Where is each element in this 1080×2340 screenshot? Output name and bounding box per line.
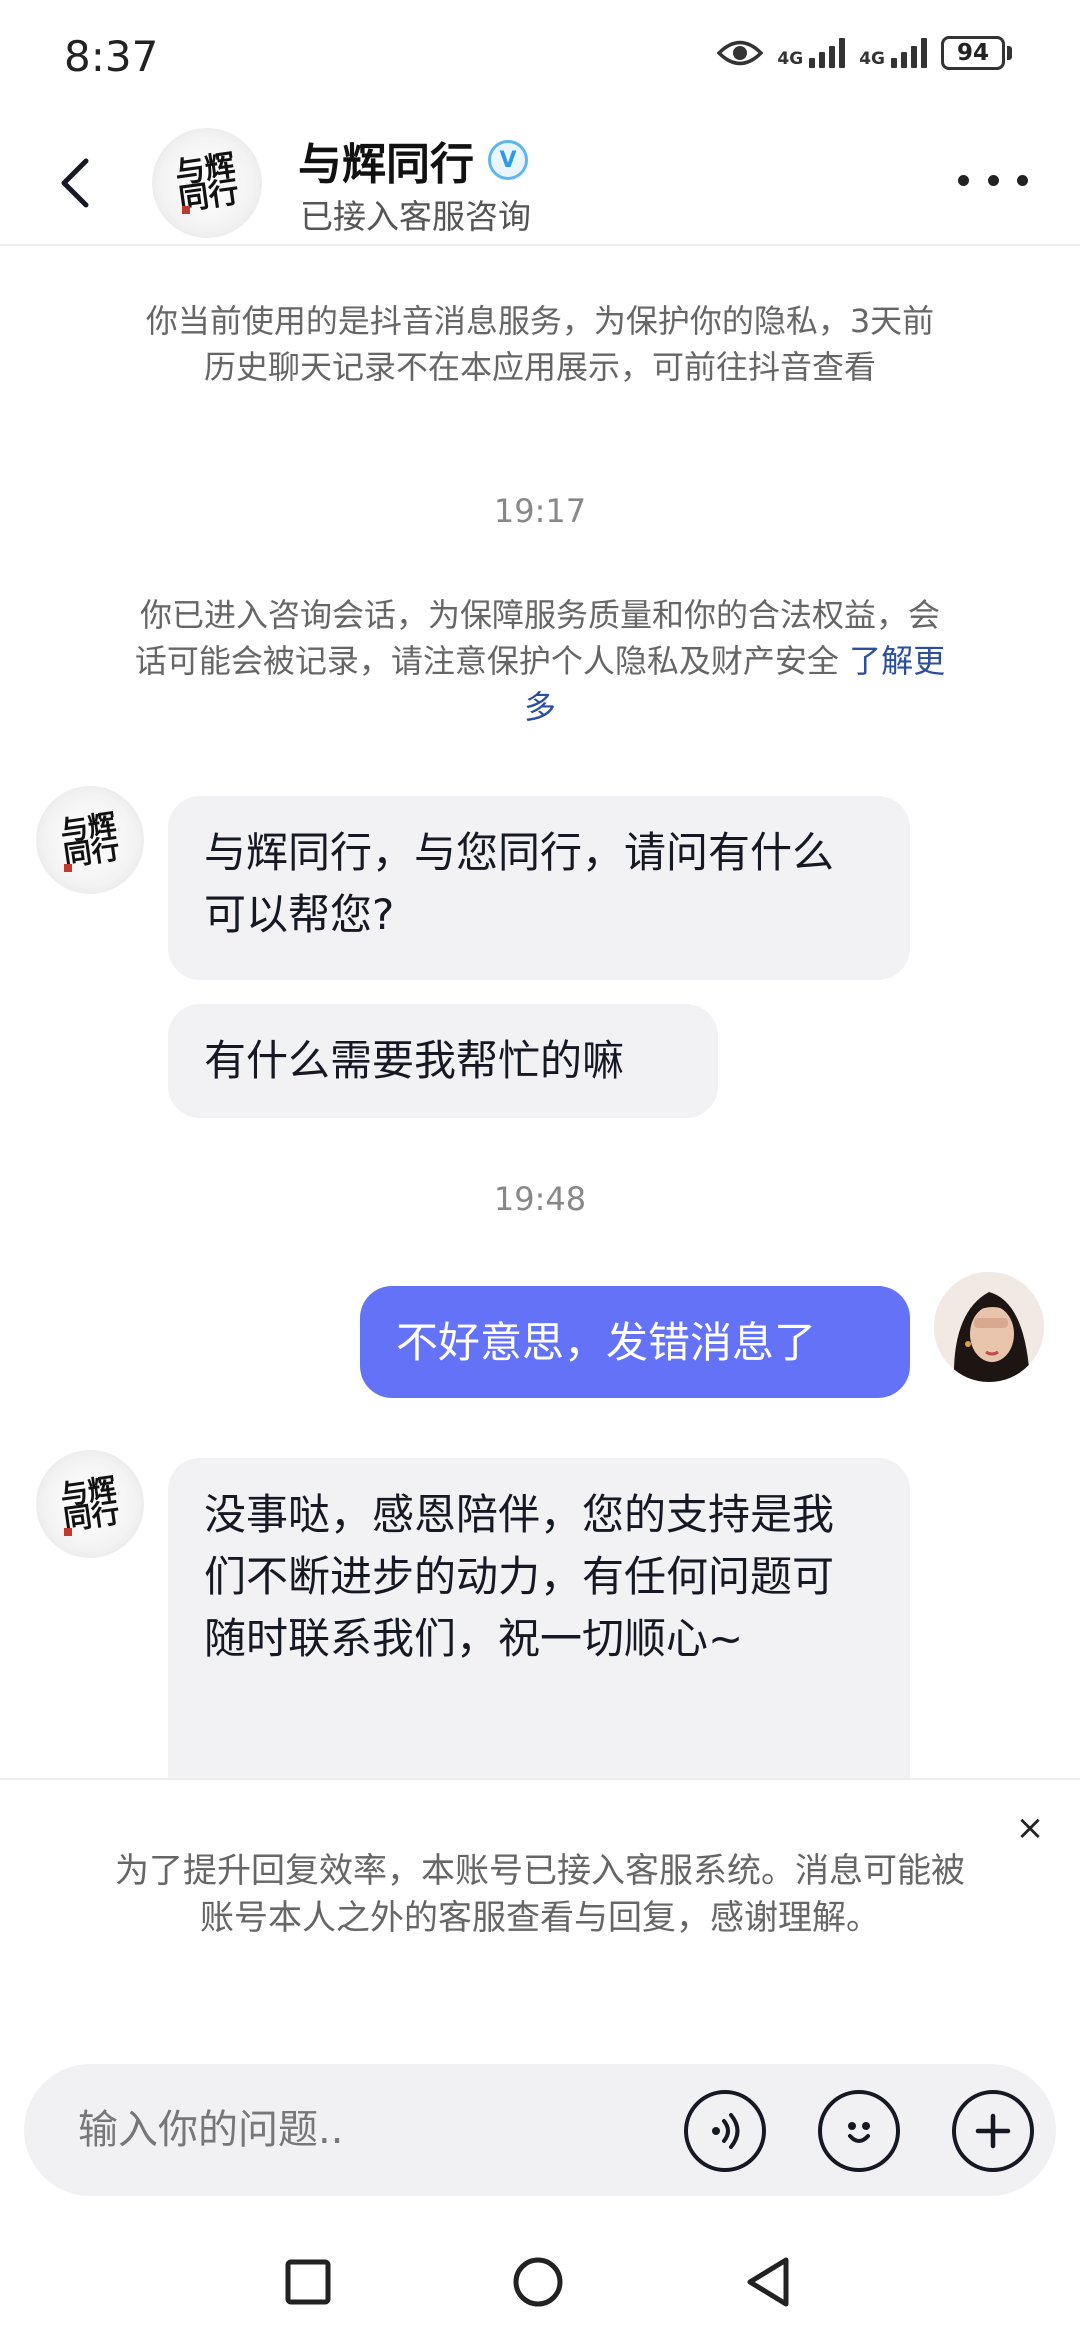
agent-avatar[interactable]: 与辉同行 bbox=[36, 786, 144, 894]
chevron-left-icon bbox=[61, 158, 89, 208]
privacy-notice: 你当前使用的是抖音消息服务，为保护你的隐私，3天前历史聊天记录不在本应用展示，可… bbox=[145, 302, 935, 386]
account-status: 已接入客服咨询 bbox=[300, 197, 531, 236]
close-notice-button[interactable]: × bbox=[1010, 1808, 1050, 1848]
emoji-icon bbox=[848, 2122, 870, 2143]
message-input[interactable] bbox=[78, 2094, 678, 2166]
status-icons: 4G 4G 94 bbox=[717, 36, 1012, 70]
circle-icon bbox=[513, 2257, 563, 2307]
account-avatar[interactable]: 与辉同行 bbox=[152, 128, 262, 238]
user-avatar[interactable] bbox=[934, 1272, 1044, 1382]
agent-message-bubble[interactable]: 没事哒，感恩陪伴，您的支持是我们不断进步的动力，有任何问题可随时联系我们，祝一切… bbox=[168, 1458, 910, 1778]
verified-badge-icon: V bbox=[488, 140, 528, 180]
timestamp: 19:17 bbox=[493, 492, 587, 530]
agent-avatar[interactable]: 与辉同行 bbox=[36, 1450, 144, 1558]
back-nav-button[interactable] bbox=[738, 2252, 798, 2312]
close-icon: × bbox=[1015, 1808, 1045, 1848]
system-nav-bar bbox=[0, 2210, 1080, 2340]
eye-icon bbox=[717, 40, 764, 66]
voice-icon bbox=[712, 2113, 740, 2149]
triangle-back-icon bbox=[747, 2257, 789, 2307]
timestamp: 19:48 bbox=[493, 1180, 587, 1218]
user-message-bubble[interactable]: 不好意思，发错消息了 bbox=[360, 1286, 910, 1398]
signal-bars-icon bbox=[809, 38, 846, 68]
network-type-label: 4G bbox=[859, 49, 885, 69]
square-icon bbox=[285, 2259, 331, 2305]
signal-bars-icon bbox=[891, 38, 927, 68]
plus-icon bbox=[975, 2113, 1011, 2149]
agent-message-bubble[interactable]: 有什么需要我帮忙的嘛 bbox=[168, 1004, 718, 1118]
account-name[interactable]: 与辉同行 V bbox=[298, 128, 528, 192]
agent-message-bubble[interactable]: 与辉同行，与您同行，请问有什么可以帮您? bbox=[168, 796, 910, 980]
chat-header: 与辉同行 与辉同行 V 已接入客服咨询 bbox=[0, 120, 1080, 246]
avatar-calligraphy: 与辉同行 bbox=[172, 148, 242, 218]
avatar-calligraphy: 与辉同行 bbox=[58, 807, 122, 873]
account-name-text: 与辉同行 bbox=[298, 139, 474, 190]
message-input-bar bbox=[24, 2064, 1056, 2196]
signal-strength-1: 4G bbox=[777, 38, 846, 69]
status-time: 8:37 bbox=[64, 32, 159, 81]
voice-button[interactable] bbox=[684, 2090, 766, 2172]
battery-icon: 94 bbox=[941, 36, 1012, 70]
add-button[interactable] bbox=[952, 2090, 1034, 2172]
home-button[interactable] bbox=[508, 2252, 568, 2312]
avatar-calligraphy: 与辉同行 bbox=[58, 1471, 122, 1537]
battery-level: 94 bbox=[941, 36, 1005, 70]
network-type-label: 4G bbox=[777, 49, 804, 69]
more-options-button[interactable] bbox=[958, 160, 1028, 200]
more-dots-icon bbox=[958, 174, 969, 186]
consult-notice-text: 你已进入咨询会话，为保障服务质量和你的合法权益，会话可能会被记录，请注意保护个人… bbox=[134, 596, 940, 680]
customer-service-notice: 为了提升回复效率，本账号已接入客服系统。消息可能被账号本人之外的客服查看与回复，… bbox=[115, 1851, 965, 1938]
back-button[interactable] bbox=[50, 148, 100, 218]
status-bar: 8:37 4G 4G 94 bbox=[0, 0, 1080, 120]
consult-notice: 你已进入咨询会话，为保障服务质量和你的合法权益，会话可能会被记录，请注意保护个人… bbox=[130, 592, 950, 730]
signal-strength-2: 4G bbox=[859, 38, 927, 68]
user-avatar-image bbox=[934, 1272, 1044, 1382]
recent-apps-button[interactable] bbox=[278, 2252, 338, 2312]
emoji-button[interactable] bbox=[818, 2090, 900, 2172]
